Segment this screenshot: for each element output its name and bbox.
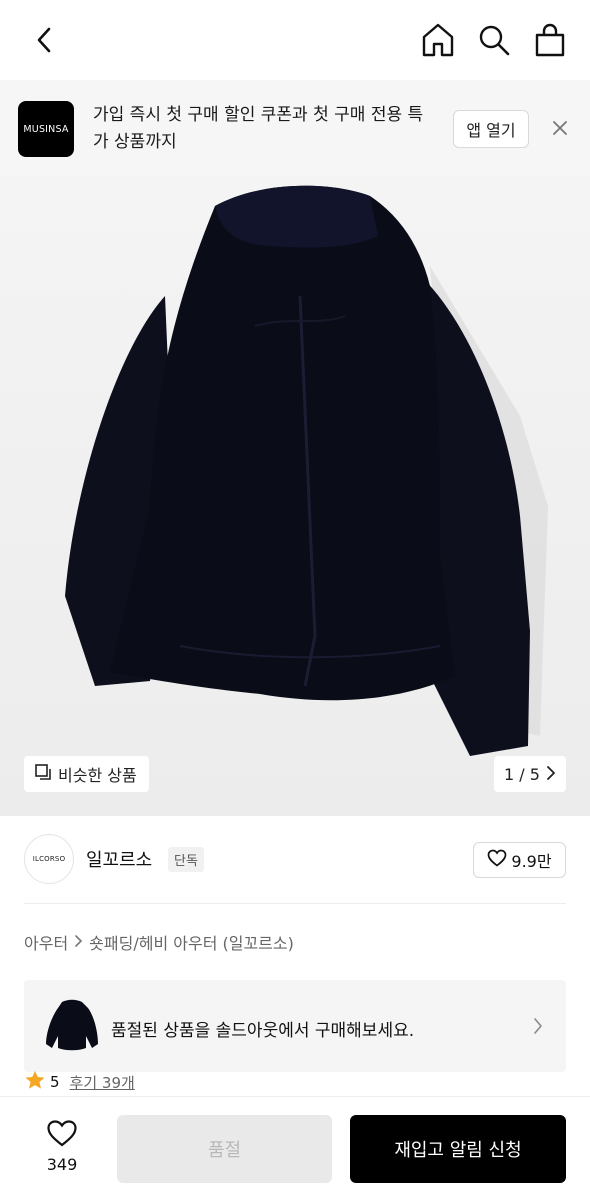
product-image	[0, 176, 590, 816]
chevron-right-icon	[528, 1012, 548, 1040]
search-icon[interactable]	[476, 20, 512, 60]
open-app-button[interactable]: 앱 열기	[453, 110, 529, 148]
copy-icon	[34, 763, 52, 785]
close-icon[interactable]	[546, 114, 574, 142]
wishlist-count: 349	[46, 1155, 78, 1174]
back-icon[interactable]	[26, 22, 62, 58]
brand-like-button[interactable]: 9.9만	[473, 842, 566, 878]
breadcrumb-subcategory[interactable]: 숏패딩/헤비 아우터 (일꼬르소)	[89, 930, 294, 954]
similar-products-button[interactable]: 비슷한 상품	[24, 756, 149, 792]
cart-icon[interactable]	[532, 20, 568, 60]
similar-products-label: 비슷한 상품	[58, 766, 137, 785]
restock-alert-button[interactable]: 재입고 알림 신청	[350, 1115, 566, 1183]
star-icon	[24, 1070, 46, 1094]
divider	[24, 903, 566, 904]
app-install-banner: MUSINSA 가입 즉시 첫 구매 할인 쿠폰과 첫 구매 전용 특가 상품까…	[0, 80, 590, 176]
chevron-right-icon	[546, 765, 556, 784]
brand-like-count: 9.9만	[511, 852, 552, 871]
brand-row: ILCORSO 일꼬르소 단독 9.9만	[0, 816, 590, 904]
brand-logo[interactable]: ILCORSO	[24, 834, 74, 884]
soldout-notice[interactable]: 품절된 상품을 솔드아웃에서 구매해보세요.	[24, 980, 566, 1072]
review-count-link[interactable]: 후기 39개	[70, 1072, 135, 1093]
product-page: MUSINSA 가입 즉시 첫 구매 할인 쿠폰과 첫 구매 전용 특가 상품까…	[0, 0, 590, 1200]
exclusive-badge: 단독	[168, 847, 204, 872]
banner-message: 가입 즉시 첫 구매 할인 쿠폰과 첫 구매 전용 특가 상품까지	[93, 105, 424, 152]
soldout-button: 품절	[117, 1115, 332, 1183]
rating-score: 5	[50, 1073, 60, 1091]
rating-summary: 5 후기 39개	[24, 1070, 135, 1094]
heart-icon	[46, 1119, 78, 1151]
breadcrumb-category[interactable]: 아우터	[24, 930, 68, 954]
bottom-action-bar: 349 품절 재입고 알림 신청	[0, 1096, 590, 1200]
soldout-thumbnail	[40, 994, 104, 1058]
header-actions	[420, 20, 568, 60]
musinsa-logo: MUSINSA	[18, 101, 74, 157]
heart-icon	[487, 849, 507, 871]
chevron-right-icon	[74, 933, 83, 952]
top-navigation	[0, 0, 590, 80]
image-pager[interactable]: 1 / 5	[494, 756, 566, 792]
breadcrumb: 아우터 숏패딩/헤비 아우터 (일꼬르소)	[24, 930, 294, 954]
pager-text: 1 / 5	[504, 764, 540, 784]
product-image-carousel[interactable]: 비슷한 상품 1 / 5	[0, 176, 590, 816]
home-icon[interactable]	[420, 20, 456, 60]
soldout-message: 품절된 상품을 솔드아웃에서 구매해보세요.	[111, 1021, 415, 1041]
wishlist-button[interactable]: 349	[34, 1119, 90, 1174]
brand-name[interactable]: 일꼬르소	[86, 846, 152, 872]
